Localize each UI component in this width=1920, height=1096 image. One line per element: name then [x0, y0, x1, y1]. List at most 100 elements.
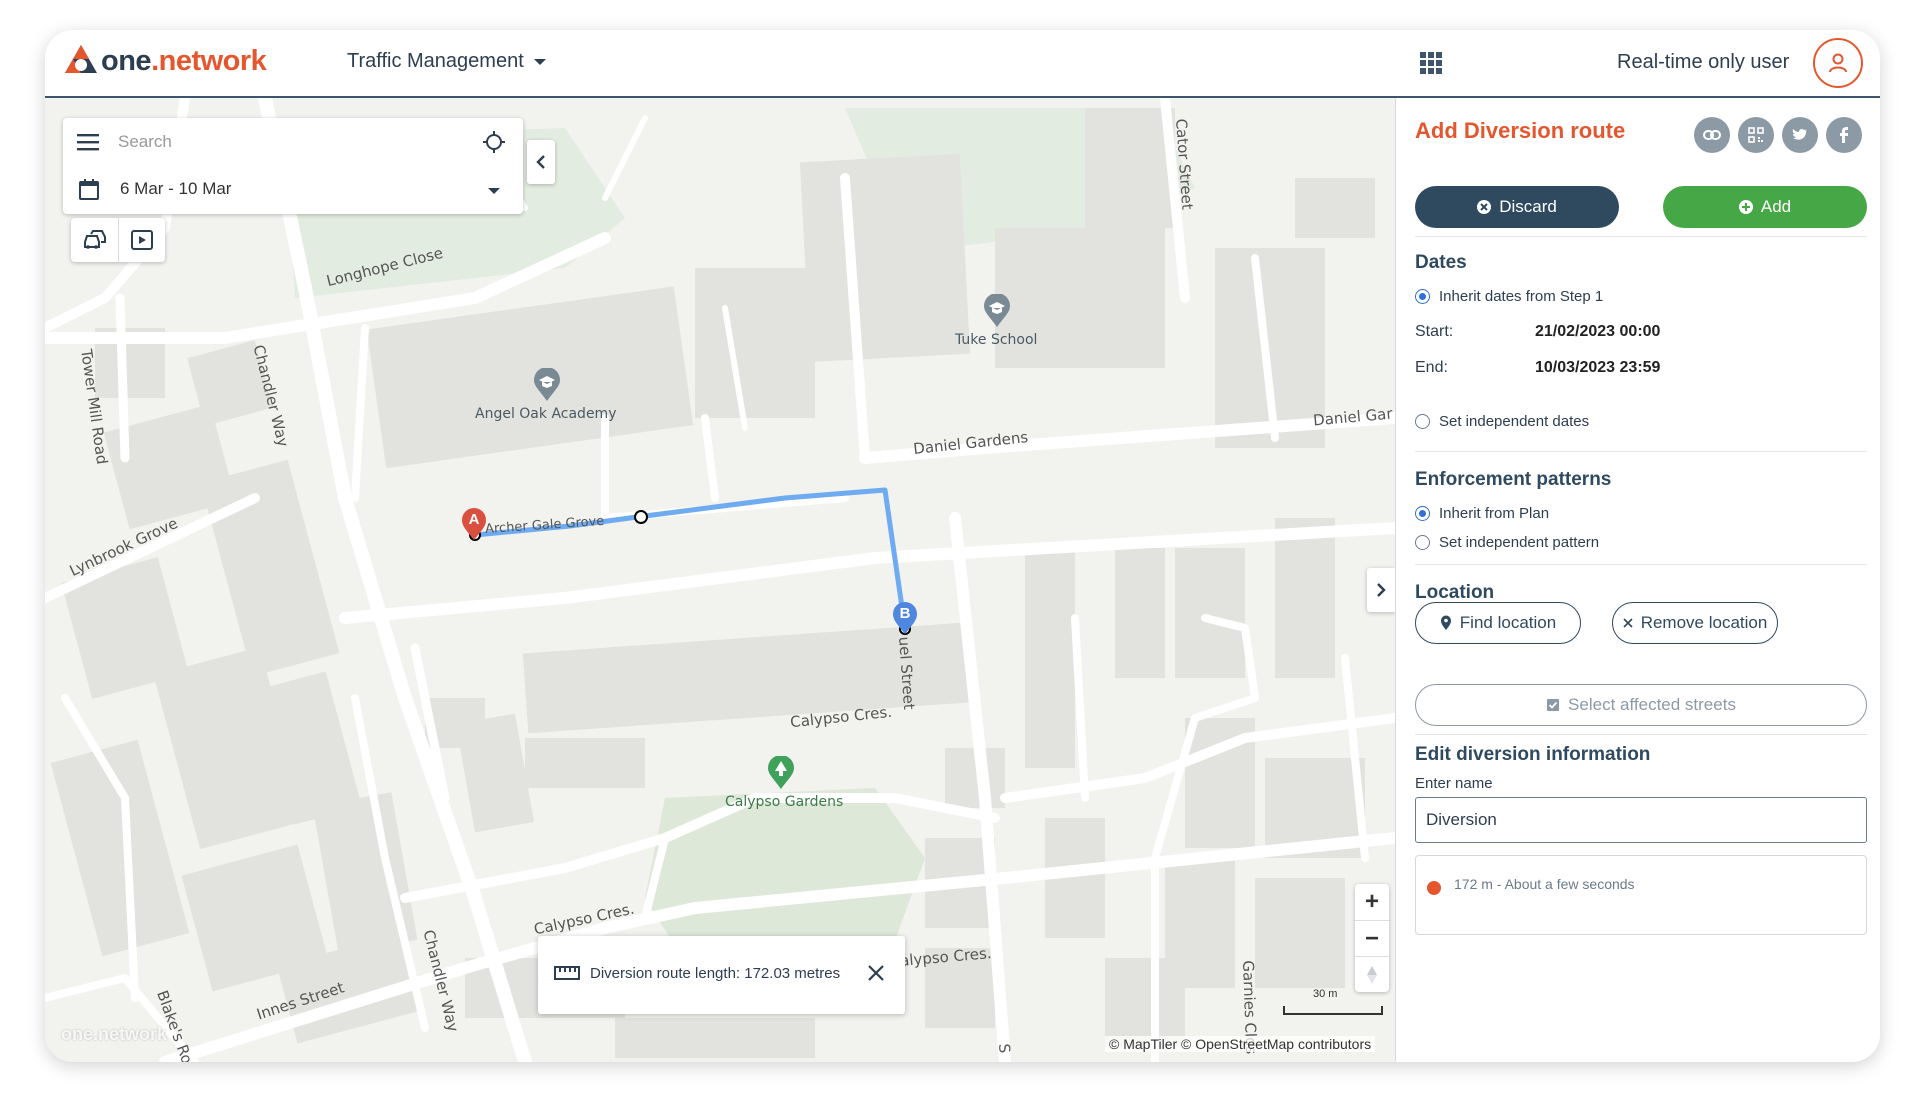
divider [1415, 236, 1867, 237]
user-label: Real-time only user [1617, 51, 1790, 73]
chevron-right-icon [1377, 583, 1386, 597]
independent-pattern-label: Set independent pattern [1439, 534, 1600, 551]
route-summary-card[interactable]: 172 m - About a few seconds [1415, 855, 1867, 935]
add-button[interactable]: Add [1663, 186, 1867, 228]
one-network-logo[interactable]: one.network [63, 43, 267, 79]
find-location-label: Find location [1459, 613, 1557, 632]
link-icon [1703, 130, 1721, 140]
route-pin-icon [1427, 881, 1441, 895]
scale-label: 30 m [1313, 988, 1338, 1000]
facebook-share-button[interactable] [1826, 117, 1862, 153]
logo-mark-icon [65, 45, 97, 73]
user-avatar[interactable] [1813, 38, 1863, 88]
marker-b-label: B [899, 605, 911, 622]
logo-one: one [101, 44, 152, 77]
copy-link-button[interactable] [1694, 117, 1730, 153]
traffic-management-menu[interactable]: Traffic Management [347, 50, 546, 73]
radio-independent-dates[interactable]: Set independent dates [1415, 413, 1589, 430]
facebook-icon [1840, 127, 1848, 143]
qr-code-icon [1748, 127, 1764, 143]
divider [1415, 451, 1867, 452]
route-length-text: Diversion route length: 172.03 metres [590, 965, 841, 982]
plus-circle-icon [1738, 200, 1753, 214]
radio-selected-icon [1415, 506, 1430, 521]
discard-button[interactable]: Discard [1415, 186, 1619, 228]
map-watermark: one.network [61, 1024, 168, 1044]
marker-b[interactable]: B [891, 602, 919, 636]
dates-section-title: Dates [1415, 252, 1467, 273]
compass-button[interactable] [1355, 956, 1389, 992]
app-window: one.network Traffic Management Real-time… [45, 30, 1880, 1062]
media-player-button[interactable] [118, 218, 165, 262]
radio-inherit-dates[interactable]: Inherit dates from Step 1 [1415, 288, 1603, 305]
start-label: Start: [1415, 323, 1454, 340]
map-base-layer [45, 98, 1395, 1062]
poi-tuke-school: Tuke School [955, 332, 1038, 348]
route-summary-text: 172 m - About a few seconds [1454, 876, 1635, 892]
map-attribution[interactable]: © MapTiler © OpenStreetMap contributors [1105, 1036, 1376, 1052]
discard-icon [1477, 200, 1492, 214]
enforcement-section-title: Enforcement patterns [1415, 469, 1612, 490]
marker-a-label: A [468, 511, 480, 528]
search-panel: 6 Mar - 10 Mar [63, 118, 523, 214]
close-route-info-button[interactable] [864, 961, 888, 985]
poi-angel-oak-academy: Angel Oak Academy [475, 406, 617, 422]
radio-selected-icon [1415, 289, 1430, 304]
traffic-layer-button[interactable] [71, 218, 118, 262]
school-icon [534, 368, 560, 401]
marker-a[interactable]: A [460, 508, 488, 542]
select-affected-streets-button: Select affected streets [1415, 684, 1867, 726]
radio-inherit-pattern[interactable]: Inherit from Plan [1415, 505, 1549, 522]
divider [1415, 564, 1867, 565]
start-value: 21/02/2023 00:00 [1535, 323, 1661, 340]
inherit-dates-label: Inherit dates from Step 1 [1439, 288, 1604, 305]
ruler-icon [554, 966, 580, 980]
apps-grid-icon[interactable] [1420, 52, 1442, 74]
park-icon [768, 756, 794, 789]
cars-icon [83, 230, 106, 249]
panel-title: Add Diversion route [1415, 118, 1626, 143]
logo-wordmark: one.network [101, 44, 267, 78]
chevron-left-icon [536, 155, 545, 169]
find-location-button[interactable]: Find location [1415, 602, 1581, 644]
school-icon [984, 294, 1010, 327]
app-menu-label: Traffic Management [347, 50, 524, 72]
inherit-pattern-label: Inherit from Plan [1439, 505, 1550, 522]
twitter-icon [1792, 128, 1807, 140]
map-view[interactable]: Longhope Close Tower Mill Road Chandler … [45, 98, 1395, 1062]
radio-independent-pattern[interactable]: Set independent pattern [1415, 534, 1599, 551]
zoom-out-button[interactable]: − [1355, 920, 1389, 956]
independent-dates-label: Set independent dates [1439, 413, 1590, 430]
calendar-icon [79, 179, 99, 200]
checkbox-icon [1547, 699, 1560, 711]
zoom-controls: + − [1355, 884, 1389, 992]
qr-code-button[interactable] [1738, 117, 1774, 153]
date-range-picker[interactable]: 6 Mar - 10 Mar [63, 166, 523, 214]
end-label: End: [1415, 359, 1448, 376]
name-input[interactable] [1415, 797, 1867, 843]
caret-down-icon [533, 58, 546, 65]
zoom-in-button[interactable]: + [1355, 884, 1389, 920]
discard-label: Discard [1499, 197, 1557, 216]
collapse-search-button[interactable] [527, 140, 555, 184]
map-tool-buttons [71, 218, 165, 262]
remove-location-button[interactable]: Remove location [1612, 602, 1778, 644]
expand-map-button[interactable] [1367, 568, 1395, 612]
locate-crosshair-icon[interactable] [483, 131, 505, 153]
logo-dot: . [151, 44, 159, 77]
close-icon [1623, 618, 1633, 628]
hamburger-menu-icon[interactable] [77, 133, 99, 151]
search-input[interactable] [118, 130, 458, 154]
search-row [63, 118, 523, 166]
poi-calypso-gardens: Calypso Gardens [725, 794, 844, 810]
logo-network: network [158, 44, 267, 77]
close-icon [868, 965, 884, 981]
edit-info-section-title: Edit diversion information [1415, 744, 1651, 765]
label-bottom-s: S [995, 1043, 1014, 1054]
end-value: 10/03/2023 23:59 [1535, 359, 1661, 376]
location-section-title: Location [1415, 582, 1495, 603]
twitter-share-button[interactable] [1782, 117, 1818, 153]
route-length-info: Diversion route length: 172.03 metres [538, 936, 905, 1014]
radio-unselected-icon [1415, 535, 1430, 550]
remove-location-label: Remove location [1640, 613, 1768, 632]
